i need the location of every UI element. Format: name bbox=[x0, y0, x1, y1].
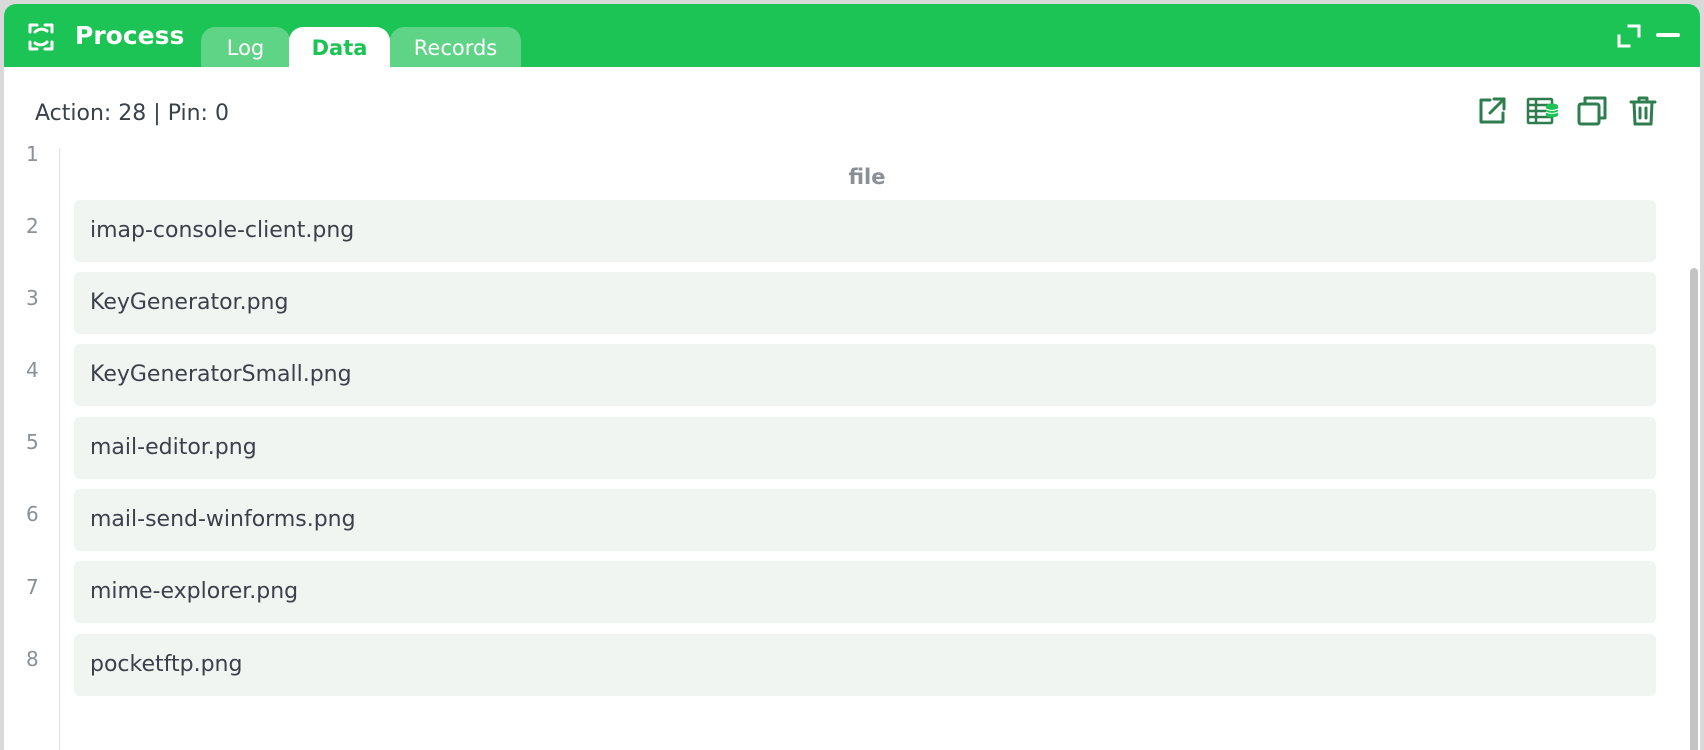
line-number: 5 bbox=[26, 430, 39, 454]
line-number: 2 bbox=[26, 214, 39, 238]
table-row[interactable]: KeyGenerator.png bbox=[74, 272, 1656, 334]
tab-data[interactable]: Data bbox=[289, 27, 390, 67]
cell-file: imap-console-client.png bbox=[90, 218, 355, 243]
line-number: 8 bbox=[26, 647, 39, 671]
status-text: Action: 28 | Pin: 0 bbox=[35, 101, 229, 126]
tab-log-label: Log bbox=[226, 36, 265, 60]
table-row[interactable]: imap-console-client.png bbox=[74, 200, 1656, 262]
line-number: 7 bbox=[26, 575, 39, 599]
table-row[interactable]: KeyGeneratorSmall.png bbox=[74, 344, 1656, 406]
title-bar: Process Log Data Records bbox=[4, 4, 1700, 67]
scrollbar[interactable] bbox=[1688, 140, 1700, 750]
data-table: 1 file 2 imap-console-client.png 3 KeyGe… bbox=[4, 140, 1676, 750]
scrollbar-thumb[interactable] bbox=[1690, 268, 1698, 750]
line-number: 3 bbox=[26, 286, 39, 310]
table-row[interactable]: pocketftp.png bbox=[74, 634, 1656, 696]
tab-log[interactable]: Log bbox=[201, 27, 290, 67]
table-row[interactable]: mime-explorer.png bbox=[74, 561, 1656, 623]
process-window: Process Log Data Records Action: 28 | Pi… bbox=[4, 4, 1700, 750]
window-title: Process bbox=[75, 21, 185, 50]
table-row[interactable]: mail-send-winforms.png bbox=[74, 489, 1656, 551]
minimize-icon[interactable] bbox=[1654, 22, 1682, 50]
copy-icon[interactable] bbox=[1575, 94, 1609, 128]
cell-file: pocketftp.png bbox=[90, 652, 243, 677]
expand-icon[interactable] bbox=[1615, 22, 1643, 50]
trash-icon[interactable] bbox=[1626, 94, 1660, 128]
column-header-file[interactable]: file bbox=[74, 164, 1660, 190]
cell-file: mail-send-winforms.png bbox=[90, 507, 356, 532]
cell-file: KeyGenerator.png bbox=[90, 290, 289, 315]
table-database-icon[interactable] bbox=[1525, 94, 1559, 128]
line-number: 4 bbox=[26, 358, 39, 382]
cell-file: KeyGeneratorSmall.png bbox=[90, 362, 352, 387]
cell-file: mime-explorer.png bbox=[90, 579, 299, 604]
tab-records-label: Records bbox=[413, 36, 498, 60]
table-row[interactable]: mail-editor.png bbox=[74, 417, 1656, 479]
tab-records[interactable]: Records bbox=[390, 27, 521, 67]
refresh-arrows-icon bbox=[28, 23, 54, 51]
tab-data-label: Data bbox=[311, 36, 368, 60]
cell-file: mail-editor.png bbox=[90, 435, 257, 460]
line-number: 6 bbox=[26, 502, 39, 526]
line-number: 1 bbox=[26, 142, 39, 166]
open-external-icon[interactable] bbox=[1475, 94, 1509, 128]
